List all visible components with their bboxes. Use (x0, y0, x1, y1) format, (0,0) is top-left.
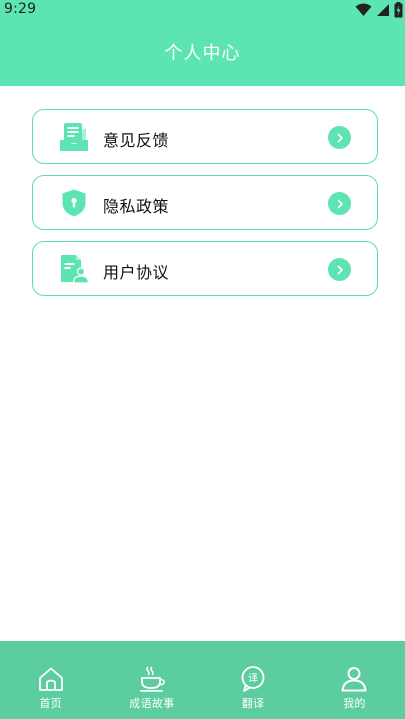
svg-text:译: 译 (248, 673, 258, 685)
home-icon (38, 667, 63, 691)
page-title: 个人中心 (164, 43, 241, 64)
signal-icon (377, 4, 389, 16)
status-bar: 9:29 (0, 0, 405, 20)
menu-item-user-agreement[interactable]: 用户协议 (32, 241, 378, 296)
feedback-icon (60, 123, 88, 151)
menu-item-label: 用户协议 (103, 263, 170, 282)
menu-item-label: 意见反馈 (103, 131, 170, 150)
nav-label: 首页 (39, 697, 62, 710)
user-agreement-icon (61, 255, 89, 284)
bottom-nav: 首页 成语故事 译 翻译 我的 (0, 641, 405, 719)
menu-item-feedback[interactable]: 意见反馈 (32, 109, 378, 164)
nav-item-home[interactable]: 首页 (0, 641, 101, 719)
battery-icon (394, 2, 403, 18)
nav-label: 我的 (343, 697, 366, 710)
wifi-icon (355, 3, 372, 16)
nav-item-translate[interactable]: 译 翻译 (203, 641, 304, 719)
chevron-right-icon (328, 126, 351, 149)
nav-item-idiom-stories[interactable]: 成语故事 (101, 641, 202, 719)
nav-label: 翻译 (241, 697, 265, 710)
menu-item-privacy-policy[interactable]: 隐私政策 (32, 175, 378, 230)
translate-icon: 译 (241, 666, 265, 692)
menu-item-label: 隐私政策 (103, 197, 170, 216)
app-bar: 个人中心 (0, 20, 405, 86)
profile-icon (341, 667, 367, 692)
tea-cup-icon (139, 666, 165, 692)
menu-list: 意见反馈 隐私政策 用户协议 (32, 109, 378, 307)
nav-label: 成语故事 (129, 697, 175, 710)
shield-icon (62, 189, 86, 217)
status-time: 9:29 (4, 1, 37, 17)
chevron-right-icon (328, 192, 351, 215)
nav-item-mine[interactable]: 我的 (304, 641, 405, 719)
status-icons (355, 2, 405, 18)
chevron-right-icon (328, 258, 351, 281)
